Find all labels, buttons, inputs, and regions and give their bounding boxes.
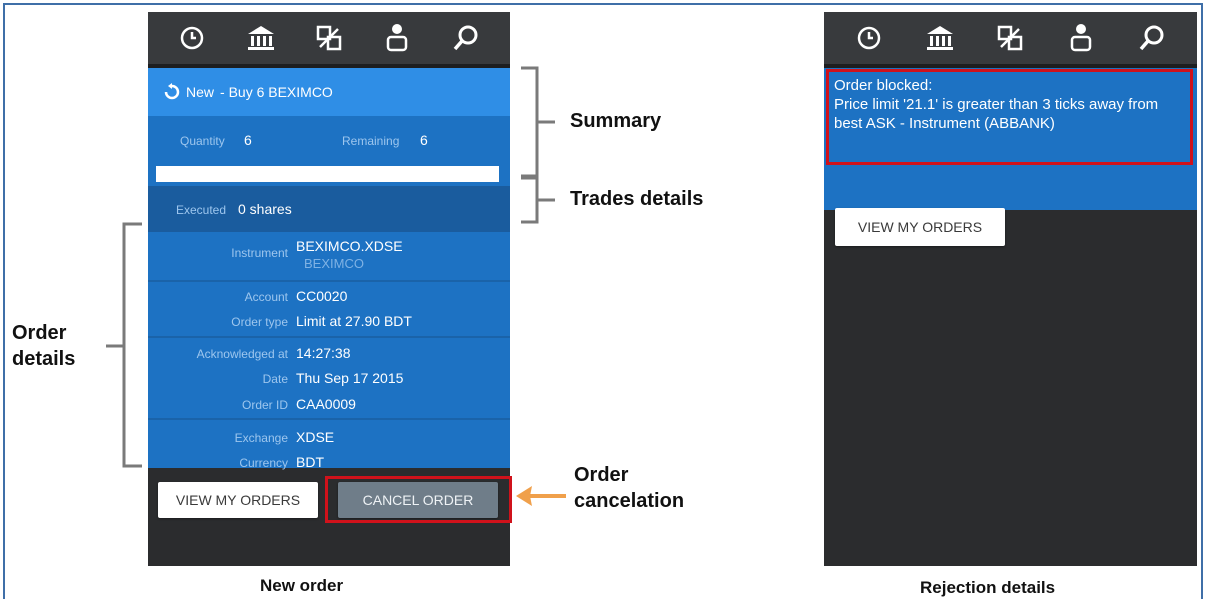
- instrument-sub: BEXIMCO: [304, 256, 364, 271]
- acknowledged-value: 14:27:38: [296, 345, 351, 361]
- user-icon[interactable]: [380, 21, 414, 55]
- fill-progress-bar: [156, 166, 499, 182]
- rejection-highlight-box: [826, 69, 1193, 165]
- exchange-value: XDSE: [296, 429, 335, 445]
- date-label: Date: [262, 372, 288, 386]
- trades-details: Executed 0 shares: [148, 186, 510, 232]
- refresh-icon: [164, 83, 180, 100]
- remaining-label: Remaining: [342, 134, 400, 148]
- bank-icon[interactable]: [923, 21, 957, 55]
- caption-rejection-details: Rejection details: [920, 578, 1056, 597]
- summary-bracket: [521, 66, 555, 178]
- acknowledged-label: Acknowledged at: [196, 347, 288, 361]
- order-summary: New - Buy 6 BEXIMCO Quantity 6 Remaining…: [148, 68, 510, 186]
- detail-divider: [148, 280, 510, 282]
- view-my-orders-button[interactable]: VIEW MY ORDERS: [158, 482, 318, 518]
- nav-bar: [148, 12, 510, 64]
- summary-annotation: Summary: [570, 110, 662, 132]
- arrow-left-icon: [516, 486, 566, 506]
- order-cancel-line2: cancelation: [574, 490, 685, 512]
- order-id-label: Order ID: [241, 398, 288, 412]
- order-details: Instrument BEXIMCO.XDSE BEXIMCO Account …: [148, 232, 510, 470]
- search-icon[interactable]: [449, 21, 483, 55]
- remaining-value: 6: [420, 132, 428, 148]
- order-type-label: Order type: [231, 315, 288, 329]
- detail-divider: [148, 418, 510, 420]
- trades-bracket: [521, 176, 555, 224]
- quantity-value: 6: [244, 132, 252, 148]
- clock-icon[interactable]: [852, 21, 886, 55]
- instrument-label: Instrument: [231, 246, 288, 260]
- executed-label: Executed: [176, 203, 227, 217]
- search-icon[interactable]: [1135, 21, 1169, 55]
- cancel-highlight-box: [325, 476, 512, 523]
- trades-annotation: Trades details: [570, 188, 704, 210]
- order-cancel-line1: Order: [574, 464, 629, 486]
- nav-bar: [824, 12, 1197, 64]
- detail-divider: [148, 336, 510, 338]
- order-status: New: [186, 84, 215, 100]
- quantity-label: Quantity: [180, 134, 225, 148]
- caption-new-order: New order: [260, 576, 344, 595]
- currency-label: Currency: [239, 456, 288, 470]
- order-details-line1: Order: [12, 322, 67, 344]
- order-id-value: CAA0009: [296, 396, 356, 412]
- order-cancel-annotation: Order cancelation: [574, 462, 684, 514]
- currency-value: BDT: [296, 454, 324, 470]
- account-label: Account: [244, 290, 288, 304]
- bank-icon[interactable]: [244, 21, 278, 55]
- summary-header: New - Buy 6 BEXIMCO: [148, 68, 510, 116]
- clock-icon[interactable]: [175, 21, 209, 55]
- view-my-orders-button[interactable]: VIEW MY ORDERS: [835, 208, 1005, 246]
- order-details-line2: details: [12, 348, 76, 370]
- transfer-icon[interactable]: [993, 21, 1027, 55]
- quantity-row: Quantity 6 Remaining 6: [148, 130, 510, 152]
- order-type-value: Limit at 27.90 BDT: [296, 313, 412, 329]
- instrument-value: BEXIMCO.XDSE: [296, 238, 403, 254]
- exchange-label: Exchange: [234, 431, 288, 445]
- order-title: - Buy 6 BEXIMCO: [220, 84, 333, 100]
- order-details-bracket: [106, 222, 142, 468]
- transfer-icon[interactable]: [312, 21, 346, 55]
- account-value: CC0020: [296, 288, 348, 304]
- user-icon[interactable]: [1064, 21, 1098, 55]
- order-details-annotation: Order details: [12, 320, 75, 372]
- date-value: Thu Sep 17 2015: [296, 370, 404, 386]
- executed-value: 0 shares: [238, 201, 292, 217]
